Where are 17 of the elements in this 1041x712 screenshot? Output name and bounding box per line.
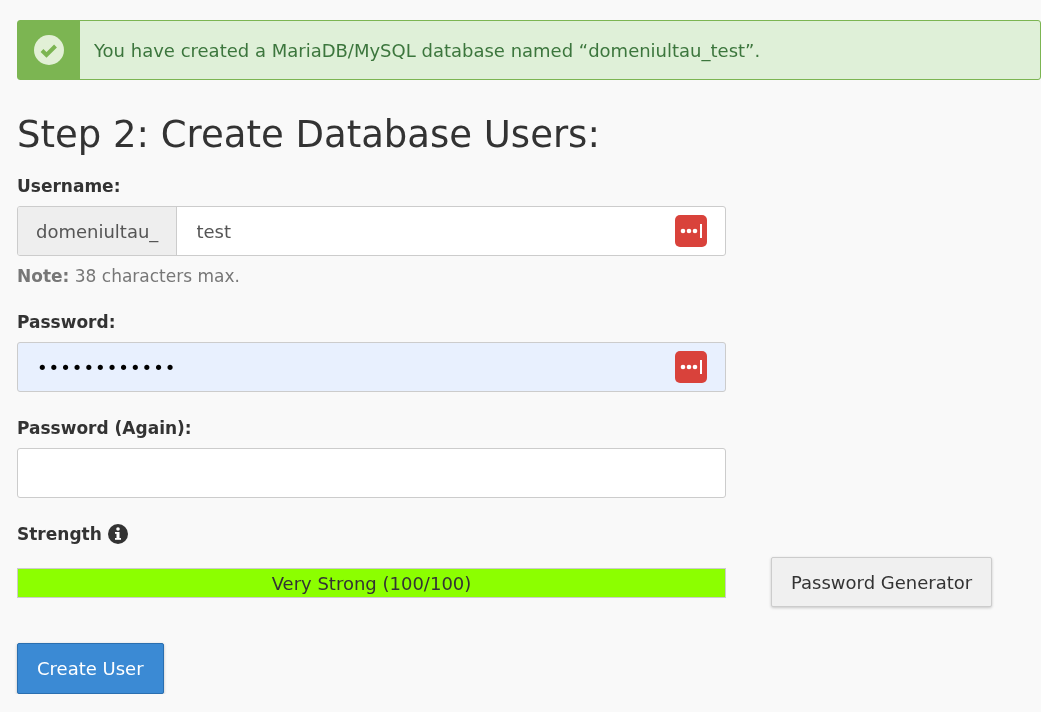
check-circle-icon — [34, 35, 64, 65]
page-heading: Step 2: Create Database Users: — [17, 113, 600, 156]
password-manager-icon[interactable] — [675, 351, 707, 383]
create-user-button[interactable]: Create User — [17, 643, 164, 694]
strength-label: Strength — [17, 524, 102, 544]
alert-message: You have created a MariaDB/MySQL database named “domeniultau_test”. — [93, 38, 761, 64]
strength-reading: Very Strong (100/100) — [270, 571, 473, 596]
password-generator-button[interactable]: Password Generator — [771, 557, 993, 607]
password-manager-icon[interactable] — [675, 215, 707, 247]
field-label: Username: — [17, 176, 121, 196]
field-label: Password (Again): — [17, 418, 192, 438]
info-icon[interactable] — [107, 524, 128, 544]
field-label: Password: — [17, 312, 116, 332]
username-prefix: domeniultau_ — [18, 207, 178, 255]
username-input[interactable]: test — [196, 207, 675, 255]
field-note: Note: 38 characters max. — [17, 266, 240, 286]
username-input-group[interactable]: domeniultau_ test — [17, 206, 726, 256]
